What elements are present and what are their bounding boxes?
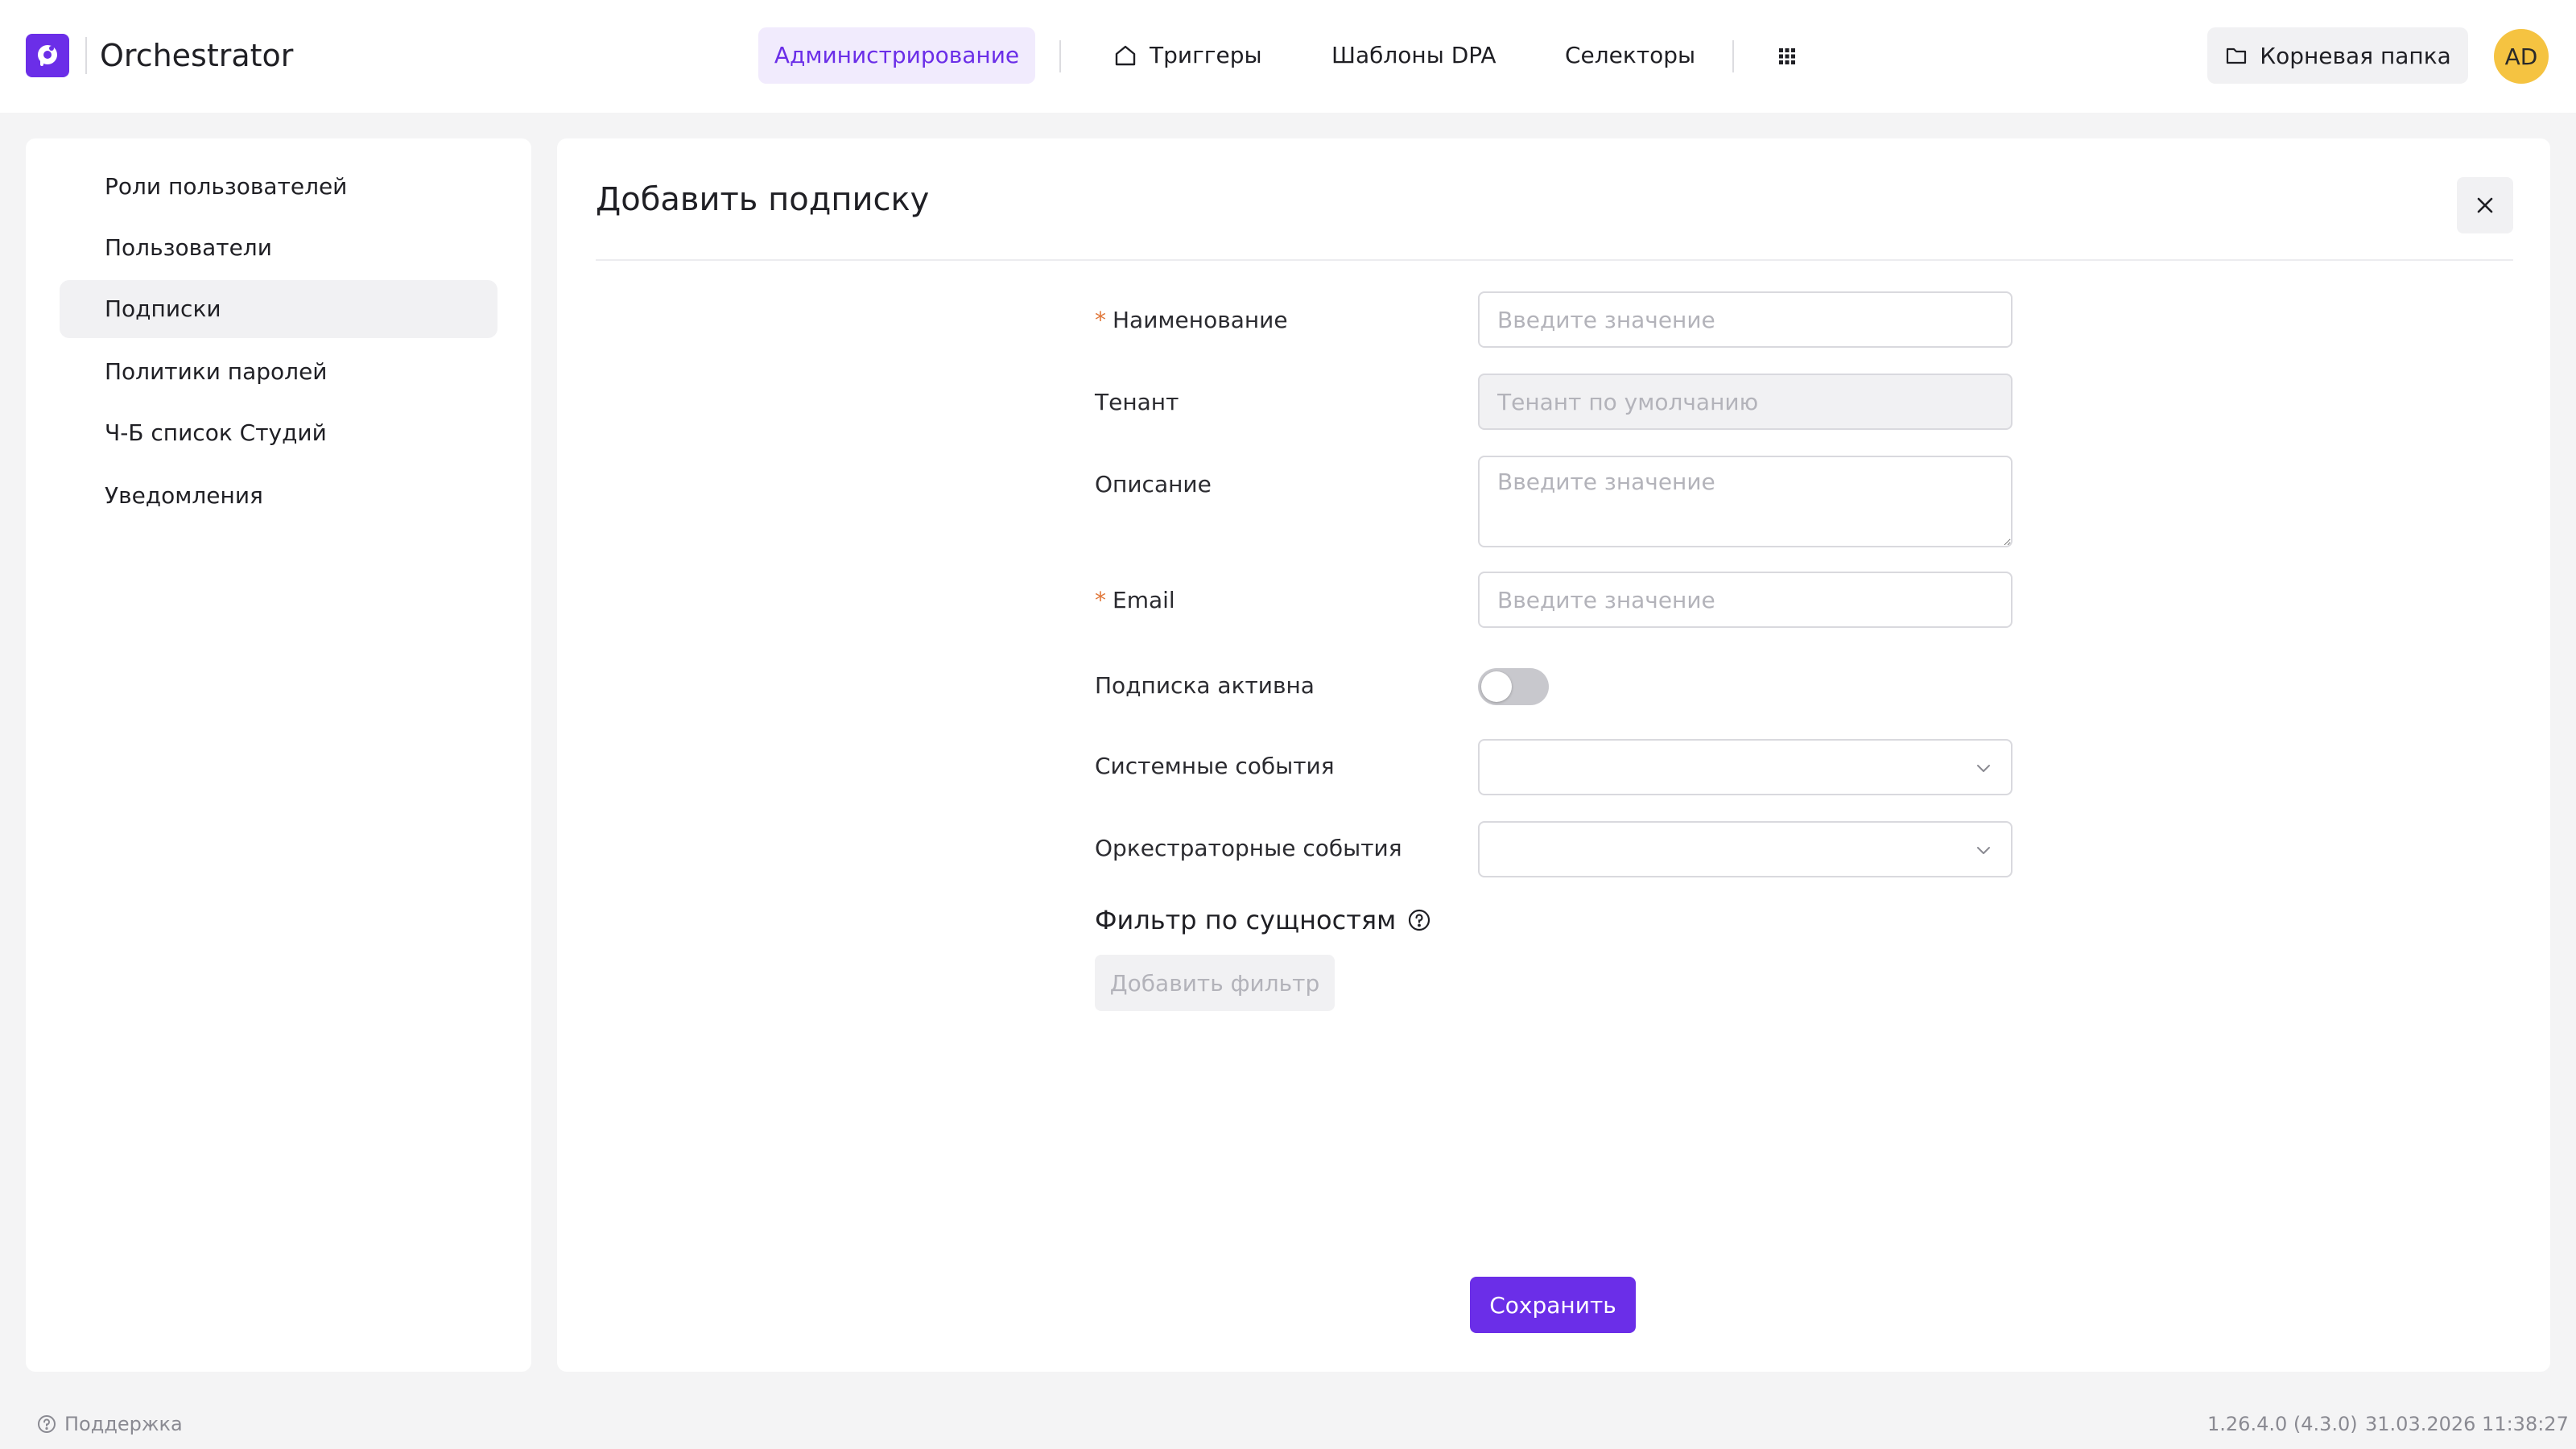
nav-admin[interactable]: Администрирование — [758, 27, 1035, 84]
title-divider — [596, 259, 2513, 261]
subscription-active-label: Подписка активна — [1095, 672, 1315, 699]
system-events-select[interactable] — [1478, 739, 2013, 795]
support-label: Поддержка — [64, 1413, 183, 1435]
support-link[interactable]: Поддержка — [37, 1410, 183, 1438]
sidebar-item-subscriptions[interactable]: Подписки — [60, 280, 497, 338]
sidebar-item-user-roles[interactable]: Роли пользователей — [60, 158, 497, 216]
close-button[interactable] — [2457, 177, 2513, 233]
email-label-text: Email — [1113, 587, 1175, 613]
nav-divider — [1732, 40, 1734, 72]
entity-filter-title: Фильтр по сущностям — [1095, 905, 1397, 935]
name-field-label: * Наименование — [1095, 306, 1288, 335]
datetime-text: 31.03.2026 11:38:27 — [2365, 1413, 2569, 1435]
nav-triggers-label: Триггеры — [1150, 42, 1262, 68]
tenant-input — [1478, 374, 2013, 430]
folder-icon — [2227, 47, 2247, 64]
email-input[interactable] — [1478, 572, 2013, 628]
help-icon — [38, 1415, 56, 1433]
subscription-active-toggle[interactable] — [1478, 668, 1549, 705]
nav-divider — [1059, 40, 1061, 72]
nav-dpa-templates-label: Шаблоны DPA — [1331, 42, 1496, 68]
nav-selectors[interactable]: Селекторы — [1565, 27, 1695, 84]
chevron-down-icon — [1977, 847, 1990, 854]
sidebar-item-users[interactable]: Пользователи — [60, 219, 497, 277]
app-title: Orchestrator — [100, 38, 294, 73]
name-label-text: Наименование — [1113, 307, 1288, 333]
apps-menu-button[interactable] — [1771, 40, 1803, 72]
user-avatar[interactable]: AD — [2494, 29, 2549, 84]
tenant-field-label: Тенант — [1095, 389, 1179, 415]
add-subscription-panel: Добавить подписку * Наименование Тенант О… — [557, 138, 2550, 1372]
home-icon — [1115, 45, 1136, 66]
sidebar-item-studio-bw-list[interactable]: Ч-Б список Студий — [60, 404, 497, 462]
version-text: 1.26.4.0 (4.3.0) — [2207, 1413, 2358, 1435]
nav-admin-label: Администрирование — [774, 42, 1020, 68]
admin-sidebar: Роли пользователей Пользователи Подписки… — [26, 138, 531, 1372]
orchestrator-events-select[interactable] — [1478, 821, 2013, 877]
nav-dpa-templates[interactable]: Шаблоны DPA — [1331, 27, 1496, 84]
top-bar: Orchestrator Администрирование Триггеры … — [0, 0, 2576, 113]
logo-icon — [38, 45, 57, 66]
required-mark: * — [1095, 307, 1106, 333]
required-mark: * — [1095, 587, 1106, 613]
root-folder-button[interactable]: Корневая папка — [2207, 27, 2468, 84]
chevron-down-icon — [1977, 765, 1990, 772]
help-icon[interactable] — [1407, 908, 1431, 932]
grid-icon — [1779, 48, 1795, 64]
logo-divider — [85, 37, 87, 74]
add-filter-button[interactable]: Добавить фильтр — [1095, 955, 1335, 1011]
root-folder-label: Корневая папка — [2260, 42, 2451, 69]
entity-filter-heading: Фильтр по сущностям — [1095, 903, 1431, 937]
sidebar-item-notifications[interactable]: Уведомления — [60, 467, 497, 525]
nav-selectors-label: Селекторы — [1565, 42, 1696, 68]
description-field-label: Описание — [1095, 471, 1212, 497]
sidebar-item-password-policies[interactable]: Политики паролей — [60, 343, 497, 401]
save-button[interactable]: Сохранить — [1470, 1277, 1636, 1333]
toggle-knob — [1481, 671, 1512, 702]
page-title: Добавить подписку — [596, 181, 930, 218]
description-textarea[interactable] — [1478, 456, 2013, 547]
app-logo[interactable] — [26, 34, 69, 77]
orchestrator-events-label: Оркестраторные события — [1095, 835, 1402, 861]
system-events-label: Системные события — [1095, 753, 1335, 779]
name-input[interactable] — [1478, 291, 2013, 348]
nav-triggers[interactable]: Триггеры — [1113, 27, 1262, 84]
close-icon — [2477, 197, 2493, 213]
email-field-label: * Email — [1095, 586, 1175, 615]
